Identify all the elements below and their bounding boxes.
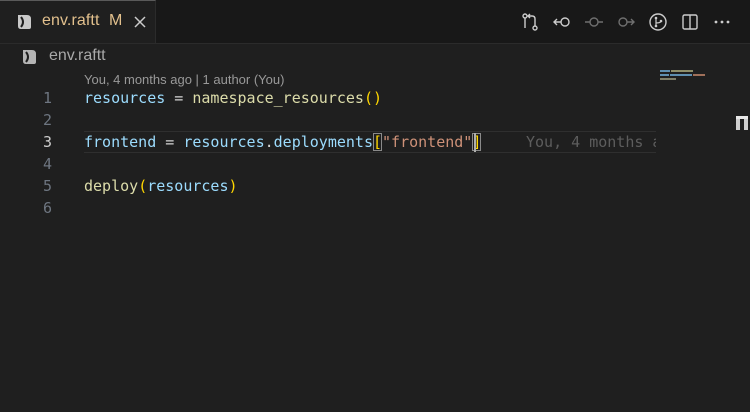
minimap-line bbox=[693, 74, 705, 76]
token-function: deploy bbox=[84, 177, 139, 195]
token-bracket-matched: [ bbox=[373, 133, 383, 151]
token-dot: . bbox=[264, 133, 274, 151]
minimap-line bbox=[670, 74, 692, 76]
commit-icon[interactable] bbox=[582, 10, 606, 34]
modified-badge: M bbox=[109, 12, 123, 29]
token-operator: = bbox=[165, 89, 193, 107]
line-number-active: 3 bbox=[42, 133, 52, 151]
token-variable: frontend bbox=[84, 133, 157, 151]
breadcrumb-file[interactable]: env.raftt bbox=[49, 47, 106, 65]
token-paren: ) bbox=[228, 177, 238, 195]
token-paren: ( bbox=[363, 89, 373, 107]
line-number: 1 bbox=[42, 89, 52, 107]
editor-tab[interactable]: env.raftt M bbox=[0, 0, 156, 43]
inline-blame[interactable]: You, 4 months ago bbox=[526, 131, 656, 153]
raftt-file-icon bbox=[15, 13, 33, 31]
codelens-blame[interactable]: You, 4 months ago | 1 author (You) bbox=[84, 72, 284, 87]
token-operator: = bbox=[156, 133, 184, 151]
token-paren: ) bbox=[373, 89, 383, 107]
code-line-active[interactable]: frontend = resources.deployments["fronte… bbox=[84, 131, 482, 153]
minimap-line bbox=[660, 70, 670, 72]
scrollbar-cursor-marker-top bbox=[736, 116, 748, 119]
previous-change-icon[interactable] bbox=[550, 10, 574, 34]
token-function: namespace_resources bbox=[192, 89, 364, 107]
line-number: 6 bbox=[42, 199, 52, 217]
minimap[interactable] bbox=[658, 66, 728, 412]
next-change-icon[interactable] bbox=[614, 10, 638, 34]
more-actions-icon[interactable] bbox=[710, 10, 734, 34]
tab-bar: env.raftt M bbox=[0, 0, 750, 44]
tab-filename: env.raftt bbox=[42, 12, 100, 29]
token-variable: resources bbox=[147, 177, 229, 195]
line-number: 5 bbox=[42, 177, 52, 195]
line-number: 4 bbox=[42, 155, 52, 173]
git-lens-icon[interactable] bbox=[646, 10, 670, 34]
open-changes-icon[interactable] bbox=[518, 10, 542, 34]
text-cursor bbox=[474, 133, 476, 152]
split-editor-icon[interactable] bbox=[678, 10, 702, 34]
token-paren: ( bbox=[138, 177, 148, 195]
minimap-line bbox=[671, 70, 693, 72]
raftt-file-icon bbox=[20, 48, 38, 66]
vertical-scrollbar[interactable] bbox=[734, 44, 750, 412]
breadcrumb: env.raftt bbox=[0, 44, 750, 70]
close-icon[interactable] bbox=[133, 15, 147, 29]
minimap-line bbox=[660, 78, 676, 80]
token-property: deployments bbox=[273, 133, 373, 151]
token-string: "frontend" bbox=[382, 133, 473, 151]
token-variable: resources bbox=[183, 133, 265, 151]
line-number: 2 bbox=[42, 111, 52, 129]
minimap-line bbox=[660, 74, 669, 76]
code-line[interactable]: deploy(resources) bbox=[84, 175, 238, 197]
code-line[interactable]: resources = namespace_resources() bbox=[84, 87, 382, 109]
token-variable: resources bbox=[84, 89, 166, 107]
